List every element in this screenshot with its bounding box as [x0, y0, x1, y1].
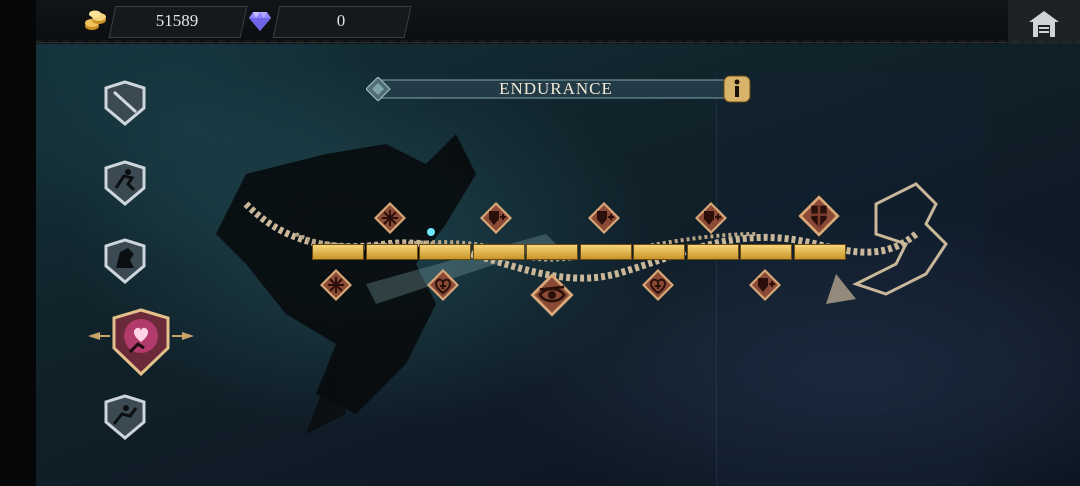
progress-segment [526, 244, 578, 260]
skill-node[interactable] [748, 268, 782, 302]
shield-figure-icon [798, 195, 840, 237]
progress-segment [419, 244, 471, 260]
progress-segment [740, 244, 792, 260]
home-button[interactable] [1008, 0, 1080, 48]
skill-node[interactable] [319, 268, 353, 302]
endurance-skill-tab[interactable] [86, 308, 196, 378]
heart-hand-icon [88, 308, 194, 377]
progress-segment [365, 244, 418, 260]
top-bar: 51589 0 [36, 0, 1080, 48]
progress-segment [579, 244, 632, 260]
heart-plus-icon [642, 269, 674, 301]
snowflake-icon [374, 202, 406, 234]
skill-tree-scene: ENDURANCE [36, 44, 1080, 486]
progress-segment [312, 244, 364, 260]
page-title: ENDURANCE [499, 79, 613, 98]
shield-plus-icon [480, 202, 512, 234]
snowflake-icon [320, 269, 352, 301]
screen-edge [0, 0, 36, 486]
shield-plus-icon [695, 202, 727, 234]
beast-icon [104, 238, 146, 284]
skill-node[interactable] [373, 201, 407, 235]
info-icon [723, 75, 751, 103]
skill-node[interactable] [641, 268, 675, 302]
blade-skill-tab[interactable] [104, 80, 146, 126]
agility-skill-tab[interactable] [104, 394, 146, 440]
skill-node[interactable] [587, 201, 621, 235]
eye-icon [530, 273, 574, 317]
diamond-icon [246, 6, 274, 36]
info-button[interactable] [723, 75, 751, 103]
progress-segment [472, 244, 525, 260]
blade-icon [104, 80, 146, 126]
skill-node[interactable] [529, 272, 575, 318]
home-icon [1029, 11, 1059, 37]
gold-value: 51589 [155, 11, 199, 30]
progress-segment [686, 244, 739, 260]
shield-plus-icon [588, 202, 620, 234]
runner-icon [104, 160, 146, 206]
skill-node[interactable] [426, 268, 460, 302]
skill-node[interactable] [797, 194, 841, 238]
beast-skill-tab[interactable] [104, 238, 146, 284]
title-banner: ENDURANCE [366, 75, 751, 103]
skill-node[interactable] [694, 201, 728, 235]
leap-icon [104, 394, 146, 440]
progress-segment [633, 244, 685, 260]
progress-segment [793, 244, 846, 260]
gem-value: 0 [336, 11, 346, 30]
heart-plus-icon [427, 269, 459, 301]
shield-plus-icon [749, 269, 781, 301]
skill-node[interactable] [479, 201, 513, 235]
dash-skill-tab[interactable] [104, 160, 146, 206]
gold-coins-icon [82, 6, 110, 36]
